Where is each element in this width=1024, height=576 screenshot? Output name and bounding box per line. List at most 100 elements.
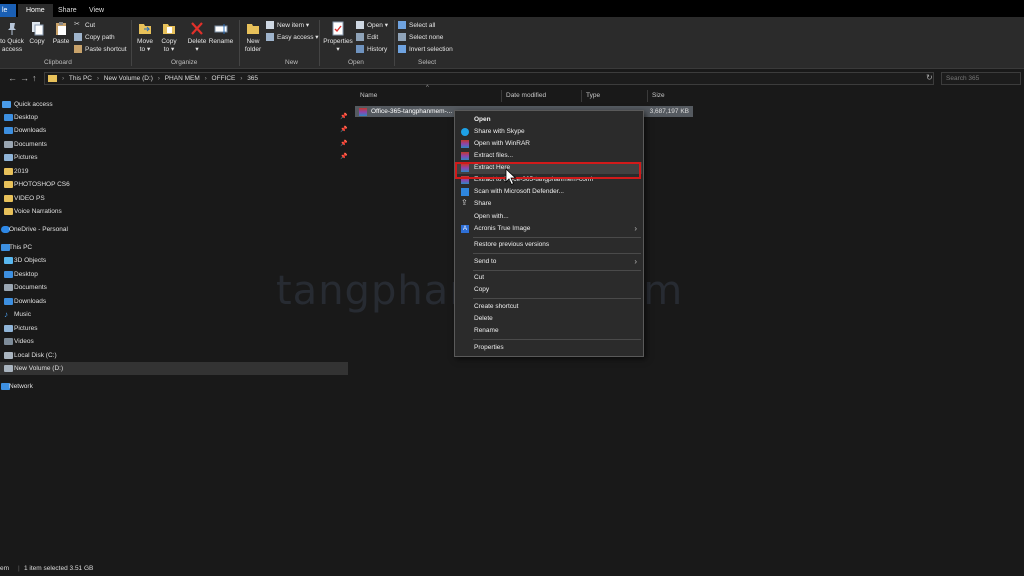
back-arrow-icon[interactable]: ←	[8, 73, 17, 83]
address-row: ← → ↑ › This PC › New Volume (D:) › PHAN…	[0, 70, 1024, 87]
select-none-button[interactable]: Select none	[398, 33, 443, 43]
properties-label-2: ▾	[336, 46, 340, 53]
breadcrumb-this-pc[interactable]: This PC	[69, 75, 92, 82]
nav-onedrive[interactable]: OneDrive - Personal	[0, 223, 348, 236]
select-none-icon	[398, 33, 406, 42]
chevron-right-icon: ›	[634, 257, 637, 266]
easy-access-button[interactable]: Easy access ▾	[266, 33, 319, 43]
new-item-label: New item ▾	[277, 22, 310, 29]
menu-share-skype[interactable]: Share with Skype	[456, 126, 642, 138]
menu-create-shortcut[interactable]: Create shortcut	[456, 301, 642, 313]
nav-pc-pictures[interactable]: Pictures	[0, 322, 348, 335]
menu-send-to[interactable]: Send to ›	[456, 256, 642, 268]
nav-desktop[interactable]: Desktop 📌	[0, 111, 348, 124]
rename-button[interactable]: Rename	[208, 21, 234, 46]
menu-open-with[interactable]: Open with...	[456, 211, 642, 223]
refresh-icon[interactable]: ↻	[926, 73, 933, 82]
breadcrumb-phan-mem[interactable]: PHAN MEM	[165, 75, 200, 82]
properties-button[interactable]: Properties ▾	[322, 21, 354, 54]
move-to-button[interactable]: Move to ▾	[135, 21, 155, 54]
nav-folder-photoshop[interactable]: PHOTOSHOP CS6	[0, 178, 348, 191]
column-header-size[interactable]: Size	[648, 90, 694, 102]
folder-icon	[4, 181, 13, 188]
nav-folder-2019[interactable]: 2019	[0, 165, 348, 178]
breadcrumb-365[interactable]: 365	[247, 75, 258, 82]
select-all-label: Select all	[409, 22, 436, 29]
menu-label: Open with...	[474, 213, 509, 220]
column-header-date[interactable]: Date modified	[502, 90, 582, 102]
menu-open[interactable]: Open	[456, 114, 642, 126]
tab-share[interactable]: Share	[50, 4, 85, 17]
menu-share[interactable]: ⇪ Share	[456, 198, 642, 210]
menu-restore-versions[interactable]: Restore previous versions	[456, 239, 642, 251]
menu-label: Open with WinRAR	[474, 140, 530, 147]
acronis-icon: A	[461, 225, 469, 233]
skype-icon	[461, 128, 469, 136]
tab-home[interactable]: Home	[18, 4, 53, 17]
share-icon: ⇪	[461, 198, 468, 207]
pin-label-2: access	[1, 46, 23, 53]
star-icon	[2, 101, 11, 108]
menu-label: Acronis True Image	[474, 225, 531, 232]
column-header-type[interactable]: Type	[582, 90, 648, 102]
menu-rename[interactable]: Rename	[456, 325, 642, 337]
new-item-button[interactable]: New item ▾	[266, 21, 309, 31]
new-folder-button[interactable]: New folder	[243, 21, 263, 54]
nav-label: Desktop	[14, 271, 38, 278]
copy-button[interactable]: Copy	[27, 21, 47, 46]
tab-file[interactable]: le	[0, 4, 16, 17]
paste-button[interactable]: Paste	[50, 21, 72, 46]
chevron-right-icon: ›	[634, 224, 637, 233]
menu-extract-files[interactable]: Extract files...	[456, 150, 642, 162]
nav-3d-objects[interactable]: 3D Objects	[0, 254, 348, 267]
nav-label: 2019	[14, 168, 29, 175]
ribbon-separator	[239, 20, 240, 66]
nav-folder-video-ps[interactable]: VIDEO PS	[0, 192, 348, 205]
nav-local-disk-c[interactable]: Local Disk (C:)	[0, 349, 348, 362]
open-button[interactable]: Open ▾	[356, 21, 388, 31]
nav-new-volume-d[interactable]: New Volume (D:)	[0, 362, 348, 375]
nav-label: Quick access	[14, 101, 53, 108]
nav-pictures[interactable]: Pictures 📌	[0, 151, 348, 164]
menu-label: Rename	[474, 327, 499, 334]
nav-label: Downloads	[14, 298, 47, 305]
nav-quick-access[interactable]: Quick access	[0, 98, 348, 111]
nav-this-pc[interactable]: This PC	[0, 241, 348, 254]
edit-button[interactable]: Edit	[356, 33, 378, 43]
menu-open-winrar[interactable]: Open with WinRAR	[456, 138, 642, 150]
breadcrumb-office[interactable]: OFFICE	[212, 75, 236, 82]
address-bar[interactable]: › This PC › New Volume (D:) › PHAN MEM ›…	[44, 72, 934, 85]
nav-videos[interactable]: Videos	[0, 335, 348, 348]
menu-separator	[473, 339, 641, 340]
nav-downloads[interactable]: Downloads 📌	[0, 124, 348, 137]
ribbon-tab-bar: le Home Share View	[0, 0, 1024, 17]
menu-properties[interactable]: Properties	[456, 342, 642, 354]
pin-quick-access-button[interactable]: to Quick access	[0, 21, 24, 54]
search-input[interactable]: Search 365	[941, 72, 1021, 85]
winrar-icon	[461, 152, 469, 160]
up-arrow-icon[interactable]: ↑	[32, 73, 37, 83]
chevron-right-icon: ›	[62, 75, 65, 82]
move-to-label-1: Move	[137, 38, 153, 45]
menu-copy[interactable]: Copy	[456, 284, 642, 296]
nav-documents[interactable]: Documents 📌	[0, 138, 348, 151]
tab-view[interactable]: View	[81, 4, 112, 17]
history-button[interactable]: History	[356, 45, 387, 55]
forward-arrow-icon[interactable]: →	[20, 73, 29, 83]
delete-button[interactable]: Delete ▾	[185, 21, 209, 54]
invert-selection-button[interactable]: Invert selection	[398, 45, 453, 55]
breadcrumb-new-volume[interactable]: New Volume (D:)	[104, 75, 153, 82]
cut-button[interactable]: ✂ Cut	[74, 21, 95, 31]
column-header-name[interactable]: Name	[356, 90, 502, 102]
menu-cut[interactable]: Cut	[456, 272, 642, 284]
menu-delete[interactable]: Delete	[456, 313, 642, 325]
copy-to-button[interactable]: Copy to ▾	[158, 21, 180, 54]
menu-scan-defender[interactable]: Scan with Microsoft Defender...	[456, 186, 642, 198]
menu-acronis[interactable]: A Acronis True Image ›	[456, 223, 642, 235]
paste-shortcut-button[interactable]: Paste shortcut	[74, 45, 127, 55]
nav-folder-voice[interactable]: Voice Narrations	[0, 205, 348, 218]
delete-label-2: ▾	[195, 46, 199, 53]
select-all-button[interactable]: Select all	[398, 21, 435, 31]
copy-path-button[interactable]: Copy path	[74, 33, 115, 43]
nav-network[interactable]: Network	[0, 380, 348, 393]
